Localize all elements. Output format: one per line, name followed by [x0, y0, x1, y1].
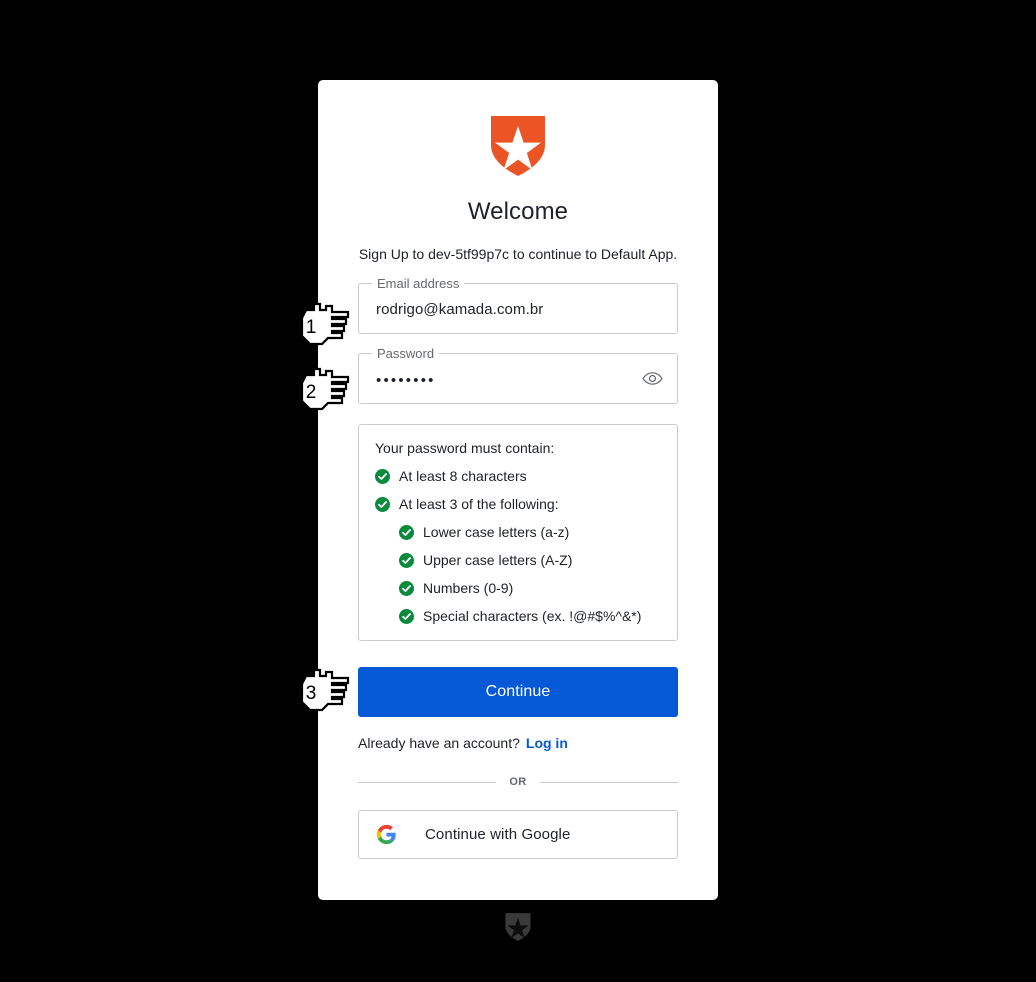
brand-logo: [358, 80, 678, 177]
page-title: Welcome: [467, 198, 569, 225]
log-in-link[interactable]: Log in: [526, 735, 568, 751]
password-policy-panel: Your password must contain: At least 8 c…: [358, 424, 678, 641]
step-number-label: 3: [306, 683, 317, 704]
policy-rule-three-of: At least 3 of the following:: [375, 495, 661, 513]
divider-label: OR: [509, 776, 527, 788]
email-field-value: rodrigo@kamada.com.br: [376, 301, 544, 318]
email-field[interactable]: Email address rodrigo@kamada.com.br: [358, 276, 678, 334]
page-subtitle: Sign Up to dev-5tf99p7c to continue to D…: [358, 246, 678, 262]
step-number-label: 1: [306, 317, 317, 338]
continue-with-google-label: Continue with Google: [425, 826, 571, 843]
check-circle-icon: [375, 468, 390, 484]
screen-root: Welcome Sign Up to dev-5tf99p7c to conti…: [0, 0, 1036, 982]
login-prompt-text: Already have an account?: [358, 735, 520, 751]
policy-rule-lowercase: Lower case letters (a-z): [399, 523, 661, 541]
policy-rule-label: At least 8 characters: [399, 468, 527, 484]
auth0-shield-badge-icon: [505, 913, 531, 941]
password-policy-sublist: Lower case letters (a-z) Upper case lett…: [375, 523, 661, 625]
password-field[interactable]: Password ••••••••: [358, 346, 678, 404]
password-field-value: ••••••••: [376, 372, 436, 389]
divider: OR: [358, 776, 678, 788]
pointing-hand-cursor-icon: 2: [300, 367, 350, 411]
check-circle-icon: [399, 580, 414, 596]
policy-rule-label: Special characters (ex. !@#$%^&*): [423, 608, 642, 624]
password-policy-list: At least 8 characters At least 3 of the …: [375, 467, 661, 625]
policy-rule-label: Numbers (0-9): [423, 580, 514, 596]
pointing-hand-cursor-icon: 1: [300, 302, 350, 346]
divider-line-left: [358, 781, 497, 783]
divider-line-right: [539, 781, 678, 783]
step-marker-1: 1: [292, 300, 350, 352]
check-circle-icon: [399, 608, 414, 624]
step-number-label: 2: [306, 382, 317, 403]
pointing-hand-cursor-icon: 3: [300, 668, 350, 712]
policy-rule-label: At least 3 of the following:: [399, 496, 559, 512]
step-marker-3: 3: [292, 666, 350, 718]
step-marker-2: 2: [292, 365, 350, 417]
policy-rule-min-length: At least 8 characters: [375, 467, 661, 485]
policy-rule-label: Lower case letters (a-z): [423, 524, 570, 540]
google-g-icon: [376, 824, 396, 845]
eye-icon: [641, 372, 663, 385]
policy-rule-uppercase: Upper case letters (A-Z): [399, 551, 661, 569]
policy-rule-numbers: Numbers (0-9): [399, 579, 661, 597]
continue-button[interactable]: Continue: [358, 667, 678, 717]
login-prompt: Already have an account? Log in: [358, 734, 678, 752]
password-policy-title: Your password must contain:: [375, 440, 555, 456]
policy-rule-special: Special characters (ex. !@#$%^&*): [399, 607, 661, 625]
auth0-shield-icon: [491, 116, 545, 176]
check-circle-icon: [375, 496, 390, 512]
footer-brand-badge: [0, 912, 1036, 942]
toggle-password-visibility-button[interactable]: [638, 365, 666, 393]
policy-rule-label: Upper case letters (A-Z): [423, 552, 573, 568]
auth-card: Welcome Sign Up to dev-5tf99p7c to conti…: [318, 80, 718, 900]
auth-card-content: Welcome Sign Up to dev-5tf99p7c to conti…: [318, 80, 718, 859]
check-circle-icon: [399, 552, 414, 568]
continue-with-google-button[interactable]: Continue with Google: [358, 810, 678, 859]
check-circle-icon: [399, 524, 414, 540]
